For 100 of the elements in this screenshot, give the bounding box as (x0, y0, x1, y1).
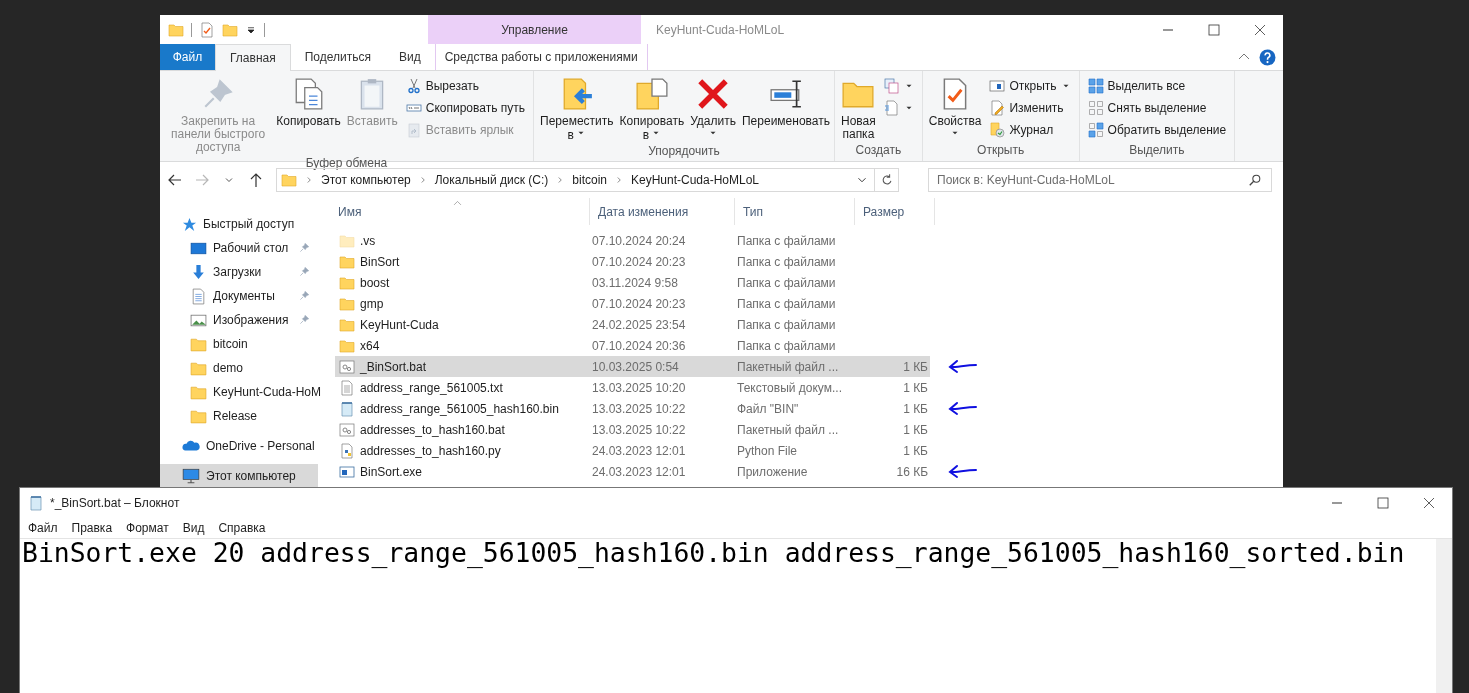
group-label: Буфер обмена (304, 156, 389, 170)
ribbon-button[interactable]: Выделить все (1087, 75, 1227, 97)
menu-item[interactable]: Формат (119, 521, 176, 535)
file-size: 16 КБ (896, 464, 928, 479)
ribbon-button[interactable]: Копировать (274, 75, 343, 130)
column-header[interactable]: Имя (330, 198, 590, 225)
file-row[interactable]: gmp 07.10.2024 20:23 Папка с файлами (335, 293, 930, 314)
ribbon-button[interactable]: Копировать в (617, 75, 687, 144)
select-all-icon (1087, 78, 1104, 94)
file-type: Пакетный файл ... (737, 422, 839, 437)
file-date: 24.03.2023 12:01 (592, 443, 686, 458)
file-name: BinSort (360, 254, 400, 269)
group-label: Выделить (1128, 143, 1186, 159)
ribbon-button[interactable]: Переименовать (740, 75, 832, 130)
file-date: 13.03.2025 10:22 (592, 422, 686, 437)
search-field[interactable]: Поиск в: KeyHunt-Cuda-HoMLoL (928, 168, 1272, 192)
up-arrow-icon (248, 172, 264, 188)
close-icon (1421, 495, 1437, 511)
nav-item[interactable]: OneDrive - Personal (160, 434, 318, 458)
ribbon-button[interactable]: Вырезать (405, 75, 525, 97)
window-title: *_BinSort.bat – Блокнот (50, 496, 180, 510)
nav-item[interactable]: Изображения (160, 308, 318, 332)
menu-item[interactable]: Файл (21, 521, 65, 535)
file-name: x64 (360, 338, 380, 353)
file-row[interactable]: addresses_to_hash160.bat 13.03.2025 10:22 Пакетный файл ... 1 КБ (335, 419, 930, 440)
dropdown-button[interactable] (883, 75, 914, 97)
address-bar[interactable]: Этот компьютер Локальный диск (C:) bitcoin KeyHunt-Cuda-HoMLoL (276, 168, 899, 192)
file-date: 10.03.2025 0:54 (592, 359, 679, 374)
copy-folder-icon (634, 77, 669, 111)
file-row[interactable]: BinSort 07.10.2024 20:23 Папка с файлами (335, 251, 930, 272)
file-row[interactable]: address_range_561005_hash160.bin 13.03.2025 10:22 Файл "BIN" 1 КБ (335, 398, 930, 419)
dropdown-button[interactable] (883, 97, 914, 119)
minimize-icon (1332, 502, 1342, 504)
file-row[interactable]: addresses_to_hash160.py 24.03.2023 12:01 Python File 1 КБ (335, 440, 930, 461)
nav-item[interactable]: Рабочий стол (160, 236, 318, 260)
ribbon-button[interactable]: Обратить выделение (1087, 119, 1227, 141)
file-row[interactable]: KeyHunt-Cuda 24.02.2025 23:54 Папка с файлами (335, 314, 930, 335)
text-editor[interactable]: BinSort.exe 20 address_range_561005_hash160.bin address_range_561005_hash160_sorted.bin (20, 539, 1436, 693)
column-header[interactable]: Тип (735, 198, 855, 225)
file-name: BinSort.exe (360, 464, 423, 479)
nav-item[interactable]: demo (160, 356, 318, 380)
group-label: Создать (854, 143, 903, 159)
ribbon-button[interactable]: Свойства (926, 75, 984, 140)
window-title: KeyHunt-Cuda-HoMLoL (656, 22, 785, 37)
file-type: Python File (737, 443, 798, 458)
scrollbar[interactable] (1436, 539, 1452, 693)
file-row[interactable]: address_range_561005.txt 13.03.2025 10:20 Текстовый докум... 1 КБ (335, 377, 930, 398)
group-label: Упорядочить (647, 144, 721, 160)
breadcrumb[interactable]: KeyHunt-Cuda-HoMLoL (631, 173, 760, 187)
document-icon (190, 287, 207, 305)
folder-icon (222, 21, 238, 38)
ribbon-tab[interactable]: Средства работы с приложениями (434, 44, 648, 70)
column-header[interactable]: Дата изменения (590, 198, 735, 225)
ribbon-button[interactable]: Изменить (989, 97, 1071, 119)
forward-arrow-icon (194, 172, 210, 188)
ribbon-button[interactable]: Журнал (989, 119, 1071, 141)
ribbon-tab[interactable]: Поделиться (290, 44, 385, 70)
ribbon-button[interactable]: Новая папка (839, 75, 878, 143)
nav-item[interactable]: Документы (160, 284, 318, 308)
file-row[interactable]: boost 03.11.2024 9:58 Папка с файлами (335, 272, 930, 293)
ribbon-tab[interactable]: Главная (215, 44, 291, 71)
ribbon-button[interactable]: Открыть (989, 75, 1071, 97)
file-row[interactable]: .vs 07.10.2024 20:24 Папка с файлами (335, 230, 930, 251)
file-type: Папка с файлами (737, 233, 836, 248)
file-row[interactable]: BinSort.exe 24.03.2023 12:01 Приложение 16 КБ (335, 461, 930, 482)
menu-item[interactable]: Правка (64, 521, 120, 535)
nav-item[interactable]: Этот компьютер (160, 464, 318, 488)
edit-icon (989, 100, 1006, 116)
nav-item[interactable]: Release (160, 404, 318, 428)
nav-item[interactable]: bitcoin (160, 332, 318, 356)
nav-item[interactable]: Быстрый доступ (160, 212, 318, 236)
file-type: Папка с файлами (737, 275, 836, 290)
refresh-icon (880, 173, 894, 187)
file-type: Папка с файлами (737, 317, 836, 332)
file-row[interactable]: x64 07.10.2024 20:36 Папка с файлами (335, 335, 930, 356)
nav-item[interactable]: KeyHunt-Cuda-HoM (160, 380, 318, 404)
ribbon-button[interactable]: Скопировать путь (405, 97, 525, 119)
column-header[interactable]: Размер (855, 198, 935, 225)
ribbon-tab[interactable]: Вид (384, 44, 435, 70)
ribbon-button[interactable]: Переместить в (538, 75, 616, 144)
folder-icon (281, 172, 297, 188)
context-tab-header: Управление (428, 15, 641, 44)
nav-item[interactable]: Загрузки (160, 260, 318, 284)
scissors-icon (405, 78, 422, 94)
file-row[interactable]: _BinSort.bat 10.03.2025 0:54 Пакетный файл ... 1 КБ (335, 356, 930, 377)
breadcrumb[interactable]: Локальный диск (C:) (434, 173, 549, 187)
file-date: 07.10.2024 20:23 (592, 296, 686, 311)
menu-item[interactable]: Вид (175, 521, 212, 535)
ribbon-tab[interactable]: Файл (160, 44, 215, 70)
file-date: 13.03.2025 10:22 (592, 401, 686, 416)
file-type: Приложение (737, 464, 808, 479)
menu-item[interactable]: Справка (211, 521, 273, 535)
ribbon-button[interactable]: Снять выделение (1087, 97, 1227, 119)
file-date: 24.03.2023 12:01 (592, 464, 686, 479)
file-type: Папка с файлами (737, 296, 836, 311)
file-size: 1 КБ (903, 359, 928, 374)
new-item-icon (883, 78, 900, 94)
breadcrumb[interactable]: Этот компьютер (321, 173, 411, 187)
breadcrumb[interactable]: bitcoin (572, 173, 607, 187)
ribbon-button[interactable]: Удалить (688, 75, 738, 140)
